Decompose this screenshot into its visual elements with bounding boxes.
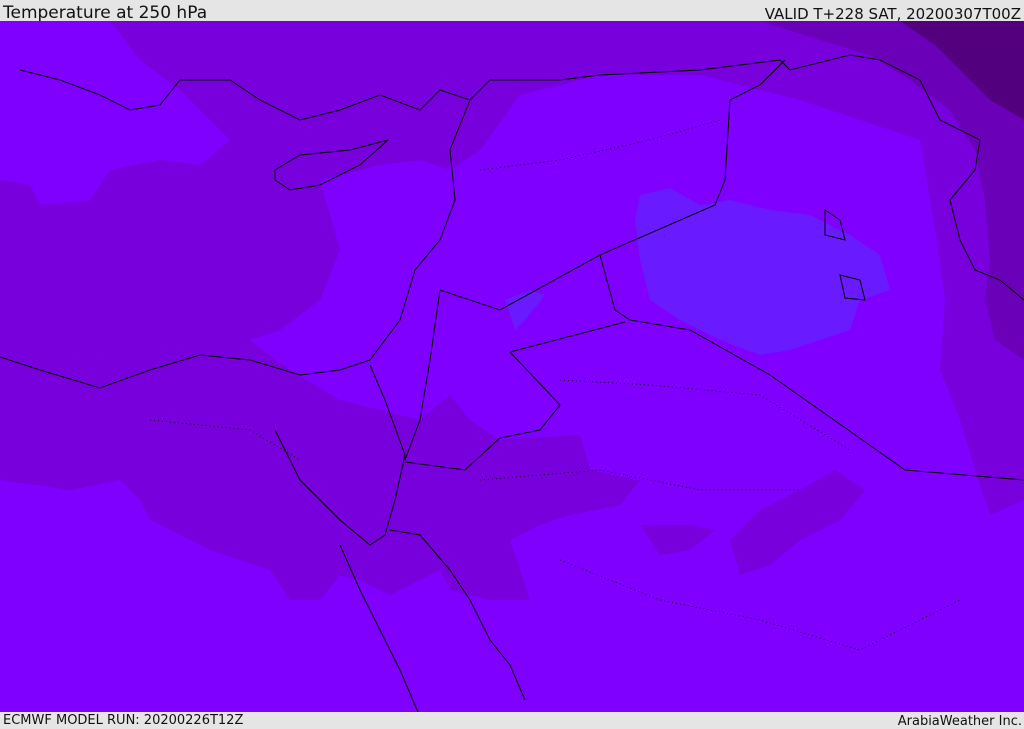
header-bar: Temperature at 250 hPa VALID T+228 SAT, … [0, 0, 1024, 23]
footer-bar: ECMWF MODEL RUN: 20200226T12Z ArabiaWeat… [0, 712, 1024, 729]
model-run: ECMWF MODEL RUN: 20200226T12Z [3, 713, 244, 728]
map-title: Temperature at 250 hPa [3, 3, 208, 23]
temperature-map [0, 21, 1024, 712]
brand-credit: ArabiaWeather Inc. [897, 714, 1022, 729]
